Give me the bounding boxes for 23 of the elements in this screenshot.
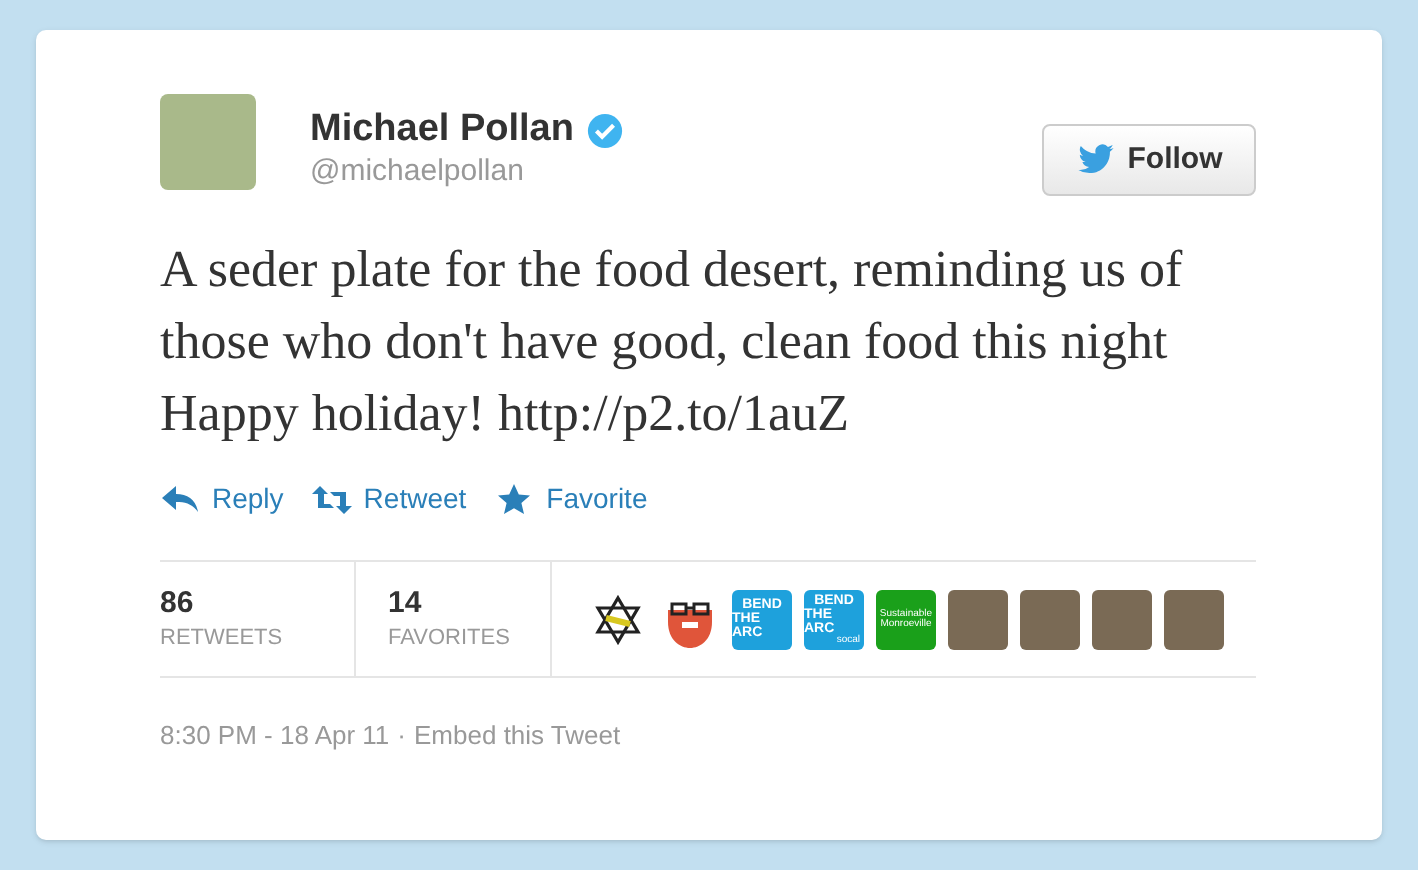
stat-label: FAVORITES — [388, 623, 512, 653]
author-handle[interactable]: @michaelpollan — [310, 152, 624, 192]
photo-placeholder — [948, 589, 1008, 649]
separator-dot: · — [397, 718, 407, 754]
reply-arrow-icon — [160, 483, 200, 515]
stat-count: 14 — [388, 585, 424, 621]
stat-count: 86 — [160, 585, 196, 621]
star-icon — [494, 483, 535, 515]
photo-placeholder — [160, 94, 256, 190]
bird-icon — [1075, 144, 1116, 176]
tweet-timestamp[interactable]: 8:30 PM - 18 Apr 11 — [160, 716, 390, 755]
author-name[interactable]: Michael Pollan — [310, 108, 574, 152]
photo-placeholder — [1164, 589, 1224, 649]
follow-button[interactable]: Follow — [1042, 124, 1256, 196]
reply-link[interactable]: Reply — [160, 478, 284, 520]
retweet-icon — [311, 483, 352, 515]
stat-label: RETWEETS — [160, 623, 285, 653]
tweet-text: A seder plate for the food desert, reminding us of those who don't have good, clean food this night Happy holiday! http://p2.to/1auZ — [160, 238, 1185, 446]
retweet-link[interactable]: Retweet — [311, 478, 467, 520]
embed-tweet-link[interactable]: Embed this Tweet — [414, 716, 621, 755]
photo-placeholder — [1020, 589, 1080, 649]
favorite-link[interactable]: Favorite — [494, 478, 648, 520]
photo-placeholder — [1092, 589, 1152, 649]
